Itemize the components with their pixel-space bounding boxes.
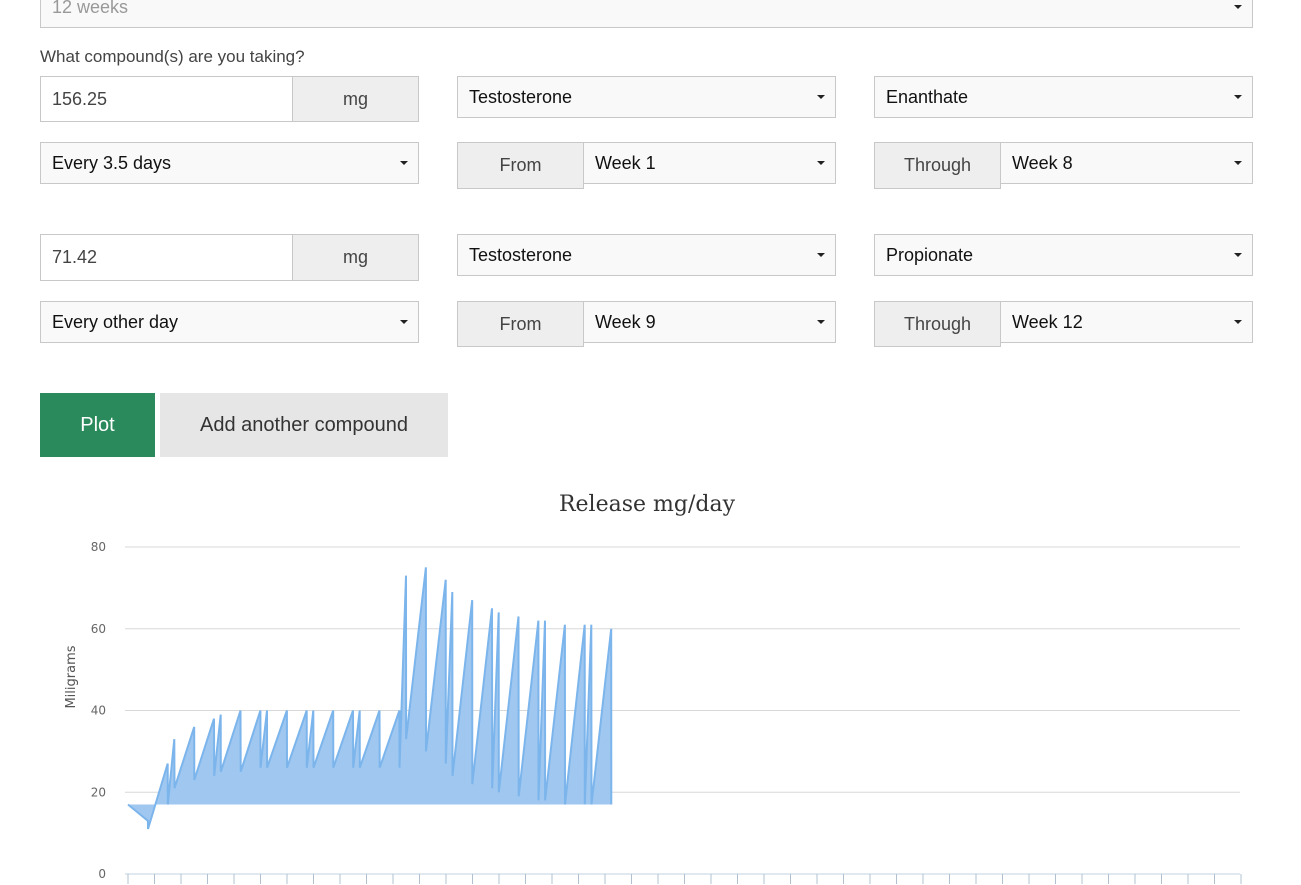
compound-select-2[interactable]: Testosterone xyxy=(457,234,836,276)
unit-addon-2: mg xyxy=(292,234,419,281)
from-week-select-1[interactable]: Week 1 xyxy=(583,142,836,184)
unit-addon-1: mg xyxy=(292,76,419,122)
chart-title: Release mg/day xyxy=(559,492,736,517)
chevron-down-icon xyxy=(400,320,408,324)
y-tick-label: 0 xyxy=(98,867,106,881)
chevron-down-icon xyxy=(817,95,825,99)
chevron-down-icon xyxy=(1234,5,1242,9)
through-addon-2: Through xyxy=(874,301,1001,347)
duration-value: 12 weeks xyxy=(52,0,129,17)
through-week-select-1-value: Week 8 xyxy=(1012,152,1073,173)
frequency-select-1-value: Every 3.5 days xyxy=(52,152,172,173)
frequency-select-2-value: Every other day xyxy=(52,311,179,332)
y-tick-label: 40 xyxy=(91,704,106,718)
chevron-down-icon xyxy=(1234,320,1242,324)
y-axis-title-text: Miligrams xyxy=(64,645,79,708)
plot-button[interactable]: Plot xyxy=(40,393,155,457)
from-week-select-2[interactable]: Week 9 xyxy=(583,301,836,343)
ester-select-1-value: Enanthate xyxy=(886,86,969,107)
ester-select-1[interactable]: Enanthate xyxy=(874,76,1253,118)
chevron-down-icon xyxy=(1234,95,1242,99)
chevron-down-icon xyxy=(400,161,408,165)
amount-input-2[interactable]: 71.42 xyxy=(40,234,293,281)
y-tick-label: 80 xyxy=(91,540,106,554)
ester-select-2-value: Propionate xyxy=(886,244,974,265)
amount-input-1[interactable]: 156.25 xyxy=(40,76,293,122)
compound-select-2-value: Testosterone xyxy=(469,244,573,265)
chevron-down-icon xyxy=(1234,253,1242,257)
release-chart: Release mg/day Miligrams 0 20 40 60 80 xyxy=(64,492,1242,884)
compound-select-1[interactable]: Testosterone xyxy=(457,76,836,118)
from-week-select-1-value: Week 1 xyxy=(595,152,656,173)
through-week-select-2[interactable]: Week 12 xyxy=(1000,301,1253,343)
from-week-select-2-value: Week 9 xyxy=(595,311,656,332)
compound-select-1-value: Testosterone xyxy=(469,86,573,107)
y-tick-label: 20 xyxy=(91,785,106,799)
ester-select-2[interactable]: Propionate xyxy=(874,234,1253,276)
compound-question: What compound(s) are you taking? xyxy=(40,47,305,66)
through-week-select-1[interactable]: Week 8 xyxy=(1000,142,1253,184)
through-addon-1: Through xyxy=(874,142,1001,189)
chevron-down-icon xyxy=(817,320,825,324)
y-tick-labels: 0 20 40 60 80 xyxy=(91,540,106,881)
chevron-down-icon xyxy=(1234,161,1242,165)
y-axis-title: Miligrams xyxy=(64,645,79,708)
duration-select[interactable]: 12 weeks xyxy=(40,0,1253,28)
from-addon-1: From xyxy=(457,142,584,189)
frequency-select-2[interactable]: Every other day xyxy=(40,301,419,343)
chevron-down-icon xyxy=(817,161,825,165)
frequency-select-1[interactable]: Every 3.5 days xyxy=(40,142,419,184)
add-compound-button[interactable]: Add another compound xyxy=(160,393,448,457)
y-tick-label: 60 xyxy=(91,622,106,636)
from-addon-2: From xyxy=(457,301,584,347)
x-axis-ticks xyxy=(127,874,1242,884)
grid-lines xyxy=(125,546,1240,875)
chevron-down-icon xyxy=(817,253,825,257)
through-week-select-2-value: Week 12 xyxy=(1012,311,1083,332)
